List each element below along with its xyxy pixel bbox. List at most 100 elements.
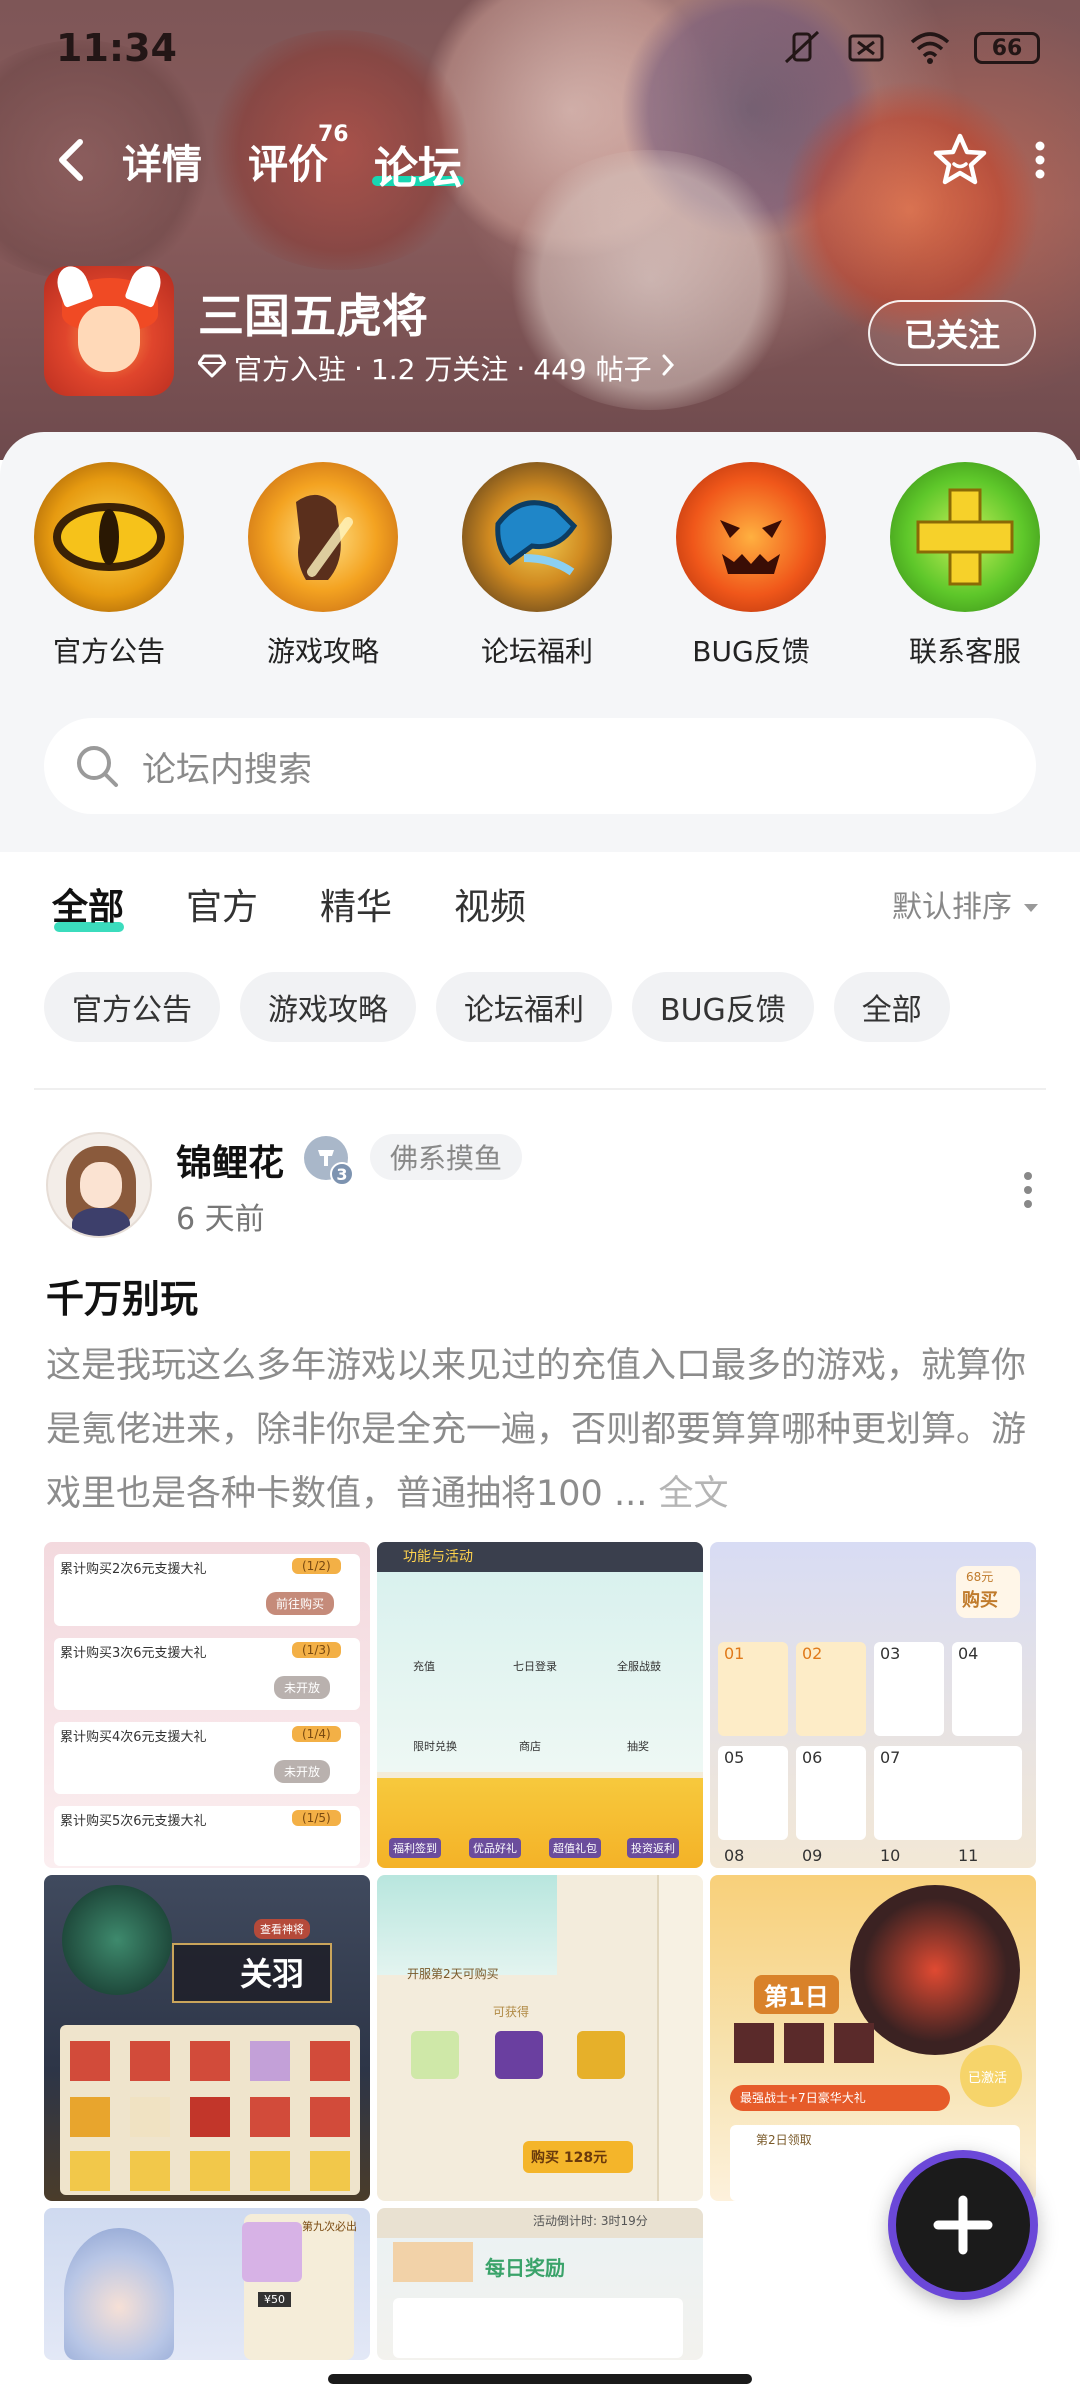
image-text: 已激活	[968, 2071, 1008, 2086]
image-text: (1/3)	[292, 1642, 341, 1658]
image-text: 开服第2天可购买	[407, 1967, 499, 1981]
category-official-notice[interactable]: 官方公告	[34, 462, 184, 670]
post-image[interactable]: 第九次必出 ¥50	[44, 2208, 370, 2360]
more-options-icon[interactable]	[1030, 138, 1050, 182]
filter-tab-official[interactable]: 官方	[186, 878, 258, 930]
avatar[interactable]	[46, 1132, 152, 1238]
plus-cross-icon	[890, 462, 1040, 612]
search-input[interactable]: 论坛内搜索	[142, 742, 312, 791]
post-image[interactable]: 关羽 查看神将	[44, 1875, 370, 2201]
user-level-badge-icon: 3	[304, 1136, 354, 1186]
filter-tab-all[interactable]: 全部	[52, 878, 124, 930]
home-indicator[interactable]	[328, 2374, 752, 2384]
gift-hand-icon	[462, 462, 612, 612]
meta-separator: ·	[354, 351, 363, 385]
filter-tab-featured[interactable]: 精华	[320, 878, 392, 930]
tab-forum[interactable]: 论坛	[374, 132, 462, 196]
vibrate-mute-icon	[782, 30, 822, 66]
reviews-count-badge: 76	[318, 122, 349, 147]
image-text: 商店	[519, 1740, 541, 1753]
image-text: 购买	[962, 1590, 998, 1611]
search-icon	[74, 743, 120, 789]
chevron-right-icon	[660, 352, 676, 385]
category-shortcuts: 官方公告 游戏攻略 论坛福利 BUG反馈 联系客服	[0, 462, 1080, 692]
dragon-eye-icon	[34, 462, 184, 612]
battery-indicator: 66	[974, 32, 1040, 64]
post-more-icon[interactable]	[1022, 1170, 1034, 1210]
image-text: 功能与活动	[403, 1549, 473, 1565]
fist-icon	[248, 462, 398, 612]
divider	[34, 1088, 1046, 1090]
post-image[interactable]: 第1日 已激活 最强战士+7日豪华大礼 第2日领取	[710, 1875, 1036, 2201]
back-arrow-icon[interactable]	[52, 138, 92, 182]
image-text: 关羽	[240, 1955, 305, 1993]
game-meta[interactable]: 官方入驻 · 1.2 万关注 · 449 帖子	[197, 348, 676, 388]
image-text: 充值	[413, 1660, 435, 1673]
tab-reviews[interactable]: 评价	[248, 132, 328, 190]
category-game-guide[interactable]: 游戏攻略	[248, 462, 398, 670]
followers-count: 1.2 万关注	[370, 353, 509, 386]
image-text: 第1日	[754, 1975, 839, 2014]
post-image[interactable]: 累计购买2次6元支援大礼 (1/2) 前往购买 累计购买3次6元支援大礼 (1/…	[44, 1542, 370, 1868]
post-body-text: 这是我玩这么多年游戏以来见过的充值入口最多的游戏，就算你是氪佬进来，除非你是全充…	[46, 1346, 1027, 1514]
forum-search-bar[interactable]: 论坛内搜索	[44, 718, 1036, 814]
favorite-star-icon[interactable]	[930, 130, 990, 190]
post-filter-tabs: 全部 官方 精华 视频 默认排序	[0, 878, 1080, 948]
post-image[interactable]: 功能与活动 充值 七日登录 全服战鼓 限时兑换 商店 抽奖 福利签到 优品好礼 …	[377, 1542, 703, 1868]
filter-tab-video[interactable]: 视频	[454, 878, 526, 930]
image-text: 累计购买4次6元支援大礼	[60, 1730, 207, 1745]
game-app-icon[interactable]	[44, 266, 174, 396]
image-text: 累计购买2次6元支援大礼	[60, 1562, 207, 1577]
image-text: (1/5)	[292, 1810, 341, 1826]
image-text: 查看神将	[254, 1919, 310, 1939]
top-navigation: 详情 评价 76 论坛	[0, 120, 1080, 200]
image-text: 68元	[966, 1570, 994, 1584]
sort-dropdown[interactable]: 默认排序	[892, 882, 1040, 926]
post-author-name[interactable]: 锦鲤花	[176, 1134, 284, 1186]
wifi-icon	[910, 30, 950, 66]
category-label: 官方公告	[52, 635, 165, 668]
image-text: 前往购买	[266, 1592, 335, 1615]
image-text: 七日登录	[513, 1660, 557, 1673]
image-text: 第2日领取	[756, 2133, 812, 2147]
category-forum-benefits[interactable]: 论坛福利	[462, 462, 612, 670]
tab-details[interactable]: 详情	[122, 132, 202, 190]
image-text: 04	[958, 1644, 979, 1663]
status-time: 11:34	[56, 26, 177, 70]
image-text: 累计购买5次6元支援大礼	[60, 1814, 207, 1829]
chip-forum-benefits[interactable]: 论坛福利	[436, 972, 612, 1042]
image-text: 未开放	[274, 1760, 331, 1783]
status-bar: 11:34 66	[0, 0, 1080, 100]
read-more-link[interactable]: 全文	[658, 1474, 728, 1514]
category-label: 论坛福利	[480, 635, 593, 668]
image-text: 每日奖励	[485, 2256, 565, 2280]
user-level-number: 3	[330, 1162, 354, 1186]
post-ellipsis: ...	[602, 1474, 659, 1514]
category-label: BUG反馈	[692, 635, 810, 668]
chip-all[interactable]: 全部	[833, 972, 950, 1042]
post-image[interactable]: 开服第2天可购买 可获得 购买 128元	[377, 1875, 703, 2201]
image-text: 06	[802, 1748, 823, 1767]
post-image[interactable]: 活动倒计时: 3时19分 每日奖励	[377, 2208, 703, 2360]
image-text: 05	[724, 1748, 745, 1767]
image-text: ¥50	[258, 2292, 291, 2307]
official-label: 官方入驻	[234, 353, 347, 386]
chip-official-notice[interactable]: 官方公告	[44, 972, 220, 1042]
category-label: 联系客服	[908, 635, 1021, 668]
follow-button[interactable]: 已关注	[868, 300, 1036, 366]
chip-bug-feedback[interactable]: BUG反馈	[632, 972, 814, 1042]
post-body[interactable]: 这是我玩这么多年游戏以来见过的充值入口最多的游戏，就算你是氪佬进来，除非你是全充…	[46, 1334, 1036, 1526]
category-bug-feedback[interactable]: BUG反馈	[676, 462, 826, 670]
forum-panel: 官方公告 游戏攻略 论坛福利 BUG反馈 联系客服 论坛内搜索	[0, 432, 1080, 852]
image-text: 未开放	[274, 1676, 331, 1699]
image-text: 可获得	[493, 2005, 530, 2019]
chip-game-guide[interactable]: 游戏攻略	[240, 972, 416, 1042]
game-title: 三国五虎将	[198, 289, 428, 343]
new-post-button[interactable]	[888, 2150, 1038, 2300]
post-title[interactable]: 千万别玩	[46, 1268, 198, 1323]
category-customer-service[interactable]: 联系客服	[890, 462, 1040, 670]
caret-down-icon	[1022, 887, 1040, 922]
post-image[interactable]: 68元 购买 01 02 03 04 05 06 07 08 09 10 11	[710, 1542, 1036, 1868]
image-text: 08	[724, 1846, 745, 1865]
image-text: 01	[724, 1644, 745, 1663]
